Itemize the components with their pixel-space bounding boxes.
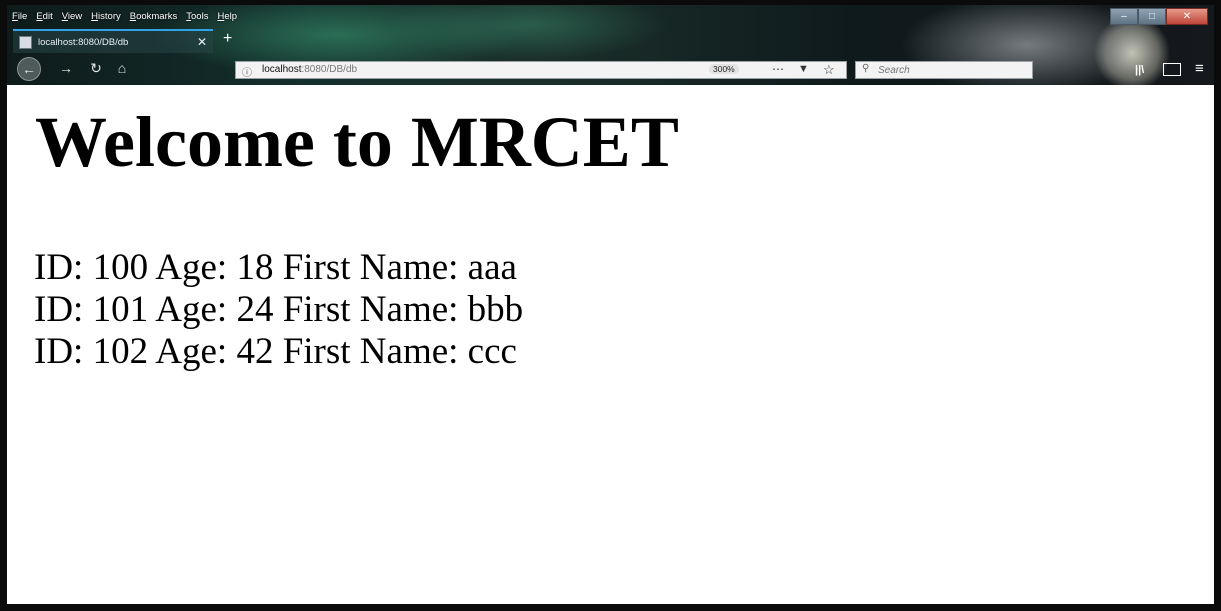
menu-bar: File Edit View History Bookmarks Tools H… [12,11,237,25]
tab-title: localhost:8080/DB/db [38,36,129,48]
record-line: ID: 100 Age: 18 First Name: aaa [34,247,517,288]
menu-edit[interactable]: Edit [36,11,52,25]
library-icon[interactable]: ||\ [1135,64,1144,76]
page-heading: Welcome to MRCET [35,102,679,182]
new-tab-button[interactable]: + [223,31,232,47]
maximize-button[interactable]: □ [1138,8,1166,25]
browser-window: File Edit View History Bookmarks Tools H… [0,0,1221,611]
menu-help[interactable]: Help [217,11,237,25]
page-icon [19,35,32,49]
search-input[interactable] [878,63,1018,77]
back-arrow-icon[interactable]: ← [17,57,41,81]
url-text: localhost:8080/DB/db [262,64,357,75]
menu-history[interactable]: History [91,11,121,25]
hamburger-menu-icon[interactable]: ≡ [1195,60,1204,77]
menu-file[interactable]: File [12,11,27,25]
sidebar-icon[interactable] [1163,63,1181,76]
pocket-icon[interactable]: ▼ [798,63,809,75]
page-content: Welcome to MRCET ID: 100 Age: 18 First N… [7,85,1214,604]
window-controls: – □ ✕ [1110,8,1208,25]
info-icon[interactable]: ⓘ [242,64,252,79]
record-line: ID: 102 Age: 42 First Name: ccc [34,331,517,372]
zoom-indicator[interactable]: 300% [709,64,739,74]
close-icon[interactable]: ✕ [195,35,209,49]
menu-tools[interactable]: Tools [186,11,208,25]
browser-chrome: File Edit View History Bookmarks Tools H… [7,5,1214,85]
record-line: ID: 101 Age: 24 First Name: bbb [34,289,524,330]
page-actions-icon[interactable]: ⋯ [772,62,784,76]
search-box[interactable]: ⚲ [855,61,1033,79]
url-path: :8080/DB/db [301,64,358,75]
url-host: localhost [262,64,302,75]
address-bar[interactable]: ⓘ localhost:8080/DB/db 300% ⋯ ▼ ☆ [235,61,847,79]
close-window-button[interactable]: ✕ [1166,8,1208,25]
menu-view[interactable]: View [62,11,82,25]
search-icon: ⚲ [862,63,870,74]
home-icon[interactable]: ⌂ [111,57,133,79]
reload-icon[interactable]: ↻ [85,57,107,79]
minimize-button[interactable]: – [1110,8,1138,25]
forward-arrow-icon[interactable]: → [55,57,77,79]
menu-bookmarks[interactable]: Bookmarks [130,11,178,25]
tab-active[interactable]: localhost:8080/DB/db ✕ [13,29,213,53]
navigation-toolbar: ← → ↻ ⌂ ⓘ localhost:8080/DB/db 300% ⋯ ▼ … [7,54,1214,84]
bookmark-star-icon[interactable]: ☆ [823,62,835,78]
